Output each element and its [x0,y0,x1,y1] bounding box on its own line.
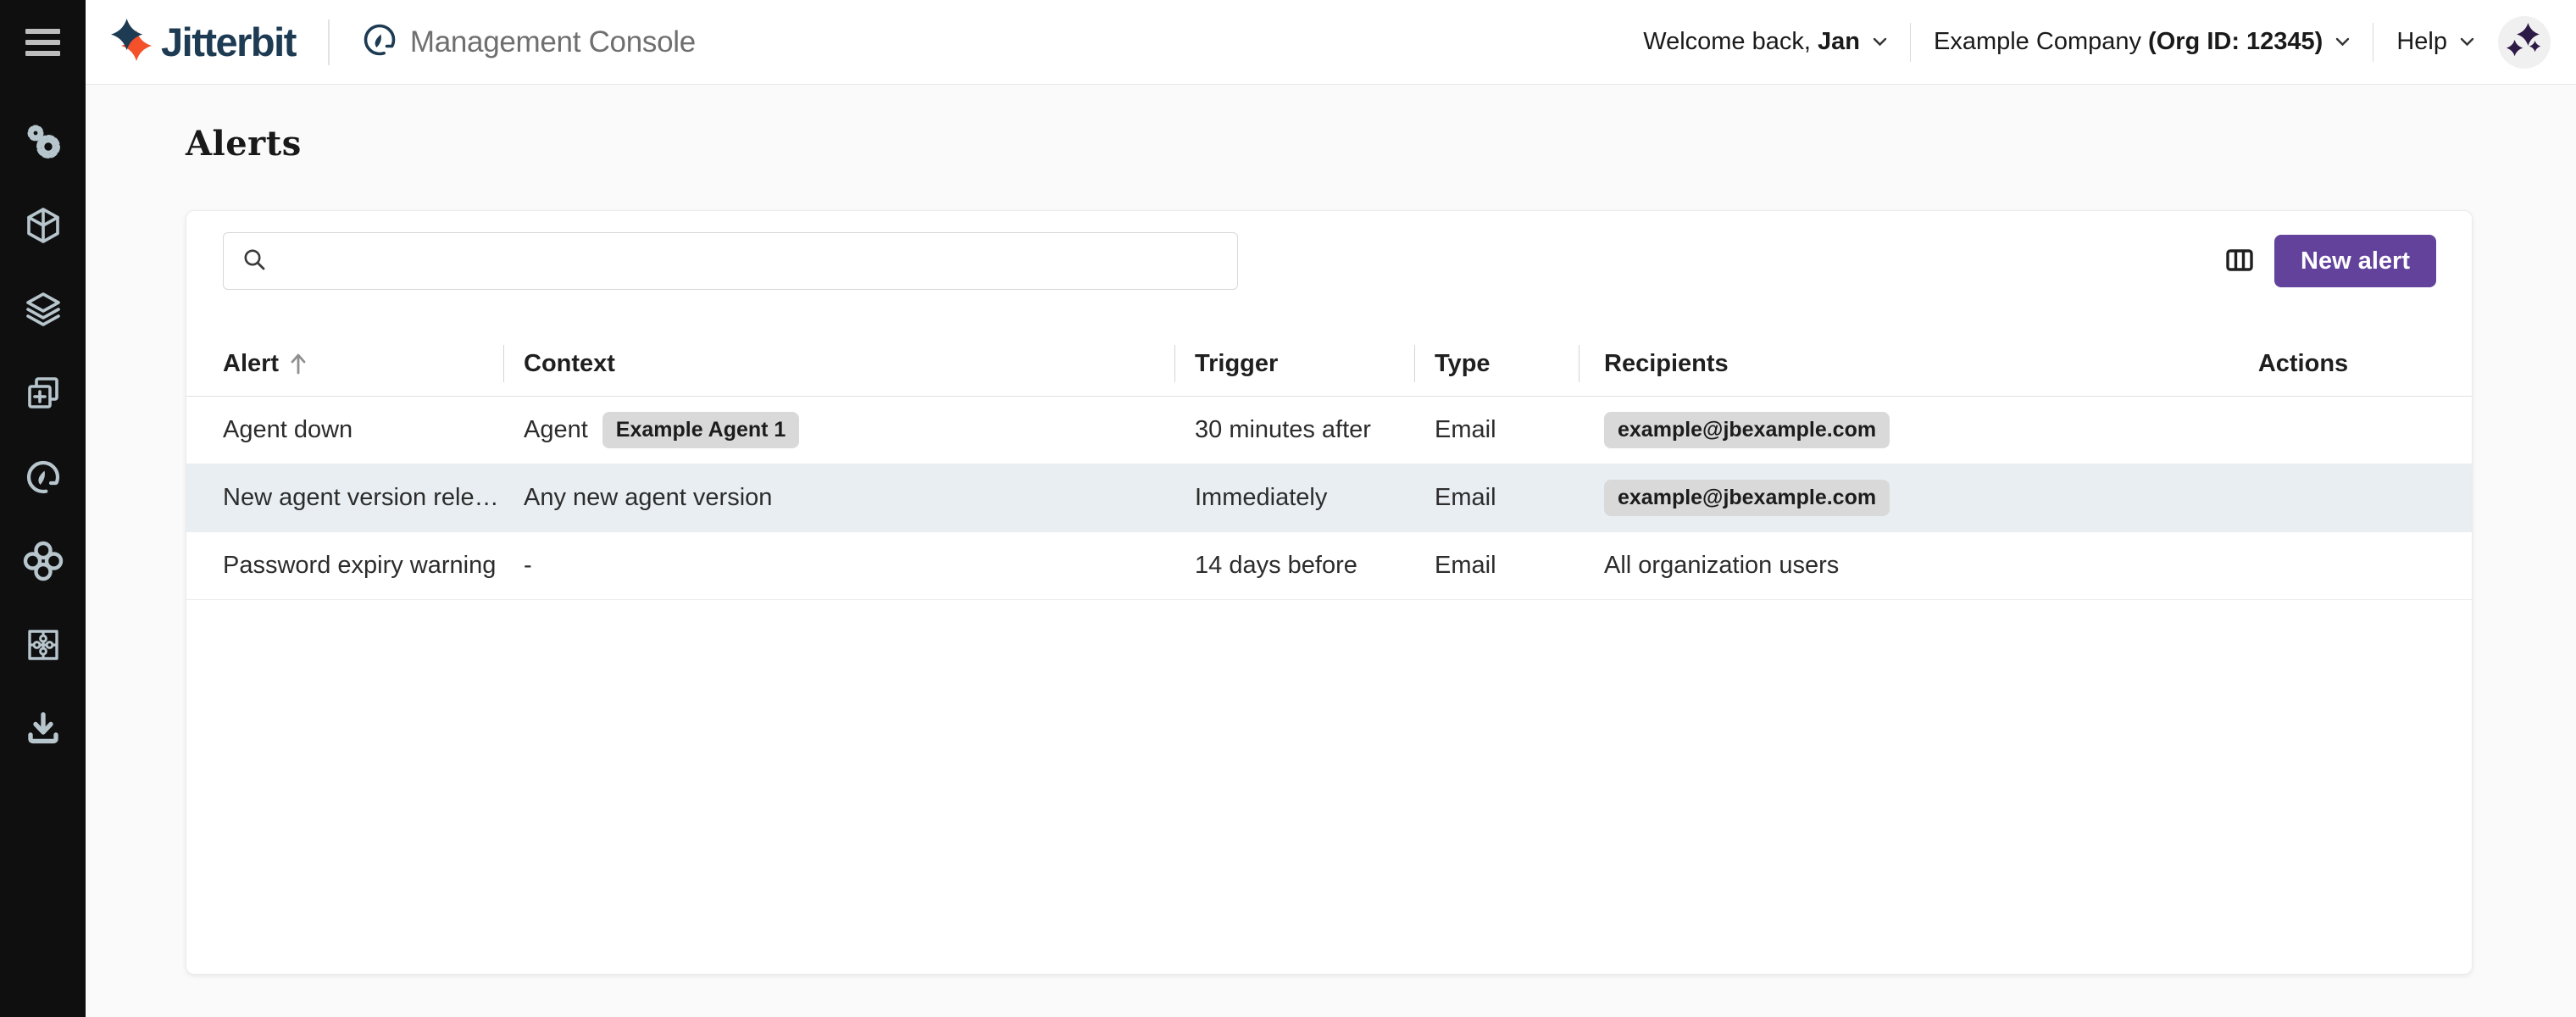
user-menu[interactable]: Welcome back, Jan [1643,28,1887,56]
columns-button[interactable] [2225,247,2254,275]
chevron-down-icon [2335,37,2350,47]
console-title: Management Console [362,22,696,62]
sidebar-item-gauge[interactable] [0,437,86,521]
cell-trigger: Immediately [1174,484,1414,512]
cell-recipients: All organization users [1579,552,2135,580]
chevron-down-icon [1873,37,1887,47]
column-header-recipients[interactable]: Recipients [1579,350,2135,378]
cell-recipients: example@jbexample.com [1579,412,2135,448]
jitterbit-logo[interactable]: Jitterbit [110,18,296,66]
table-row[interactable]: Agent down Agent Example Agent 1 30 minu… [186,397,2472,464]
cell-type: Email [1414,416,1579,444]
column-header-type[interactable]: Type [1414,350,1579,378]
help-menu[interactable]: Help [2396,28,2474,56]
top-bar: Jitterbit Management Console Welcome bac… [86,0,2576,85]
top-right-menu: Welcome back, Jan Example Company (Org I… [1643,16,2551,69]
gears-icon [23,121,64,166]
loops-icon [23,541,64,586]
jitterbit-logo-icon [110,18,154,66]
cell-alert: Agent down [186,416,503,444]
page-title: Alerts [186,124,2576,164]
recipient-chip: example@jbexample.com [1604,412,1890,448]
header-divider [328,19,330,65]
menu-toggle-button[interactable] [0,0,86,85]
cell-recipients: example@jbexample.com [1579,480,2135,516]
company-name: Example Company [1934,28,2141,55]
cell-type: Email [1414,552,1579,580]
layers-icon [23,289,64,334]
menu-divider [1910,23,1911,62]
console-gauge-icon [362,22,397,62]
ai-assistant-button[interactable] [2498,16,2551,69]
sidebar-item-download[interactable] [0,689,86,773]
sidebar-item-cube[interactable] [0,186,86,270]
table-row[interactable]: New agent version rele… Any new agent ve… [186,464,2472,532]
column-header-alert[interactable]: Alert [186,350,503,378]
organization-menu[interactable]: Example Company (Org ID: 12345) [1934,28,2350,56]
recipient-chip: example@jbexample.com [1604,480,1890,516]
columns-icon [2225,247,2254,275]
cell-alert: New agent version rele… [186,484,503,512]
cell-trigger: 30 minutes after [1174,416,1414,444]
sidebar [0,0,86,1017]
search-input[interactable] [279,247,1237,275]
cell-context: Any new agent version [503,484,1174,512]
brand-wordmark: Jitterbit [161,19,296,65]
cell-context: - [503,552,1174,580]
console-label: Management Console [410,25,696,59]
cube-icon [23,205,64,250]
cell-context: Agent Example Agent 1 [503,412,1174,448]
sidebar-item-puzzle[interactable] [0,605,86,689]
alerts-card: New alert Alert Context Trigger Type Rec… [186,210,2473,975]
cell-trigger: 14 days before [1174,552,1414,580]
help-label: Help [2396,28,2447,56]
sidebar-nav [0,102,86,773]
sidebar-item-copy-add[interactable] [0,353,86,437]
new-alert-button[interactable]: New alert [2274,235,2436,287]
table-row[interactable]: Password expiry warning - 14 days before… [186,532,2472,600]
column-header-trigger[interactable]: Trigger [1174,350,1414,378]
sidebar-item-loops[interactable] [0,521,86,605]
main-content: Alerts New alert Alert [86,85,2576,1017]
sidebar-item-gears[interactable] [0,102,86,186]
welcome-text: Welcome back, [1643,28,1811,55]
table-header: Alert Context Trigger Type Recipients Ac… [186,331,2472,397]
sparkles-icon [2504,20,2545,64]
copy-add-icon [23,373,64,418]
table-body: Agent down Agent Example Agent 1 30 minu… [186,397,2472,600]
search-box [223,232,1238,290]
chevron-down-icon [2460,37,2474,47]
hamburger-icon [25,29,60,56]
user-name: Jan [1818,28,1860,55]
sidebar-item-layers[interactable] [0,270,86,353]
context-chip: Example Agent 1 [602,412,800,448]
cell-type: Email [1414,484,1579,512]
sort-asc-icon [289,353,308,375]
puzzle-icon [23,625,64,670]
org-id: (Org ID: 12345) [2148,28,2323,55]
download-icon [23,709,64,753]
column-header-context[interactable]: Context [503,350,1174,378]
gauge-icon [23,457,64,502]
alerts-toolbar: New alert [186,211,2472,290]
column-header-actions: Actions [2135,350,2472,378]
search-icon [242,247,267,276]
cell-alert: Password expiry warning [186,552,503,580]
